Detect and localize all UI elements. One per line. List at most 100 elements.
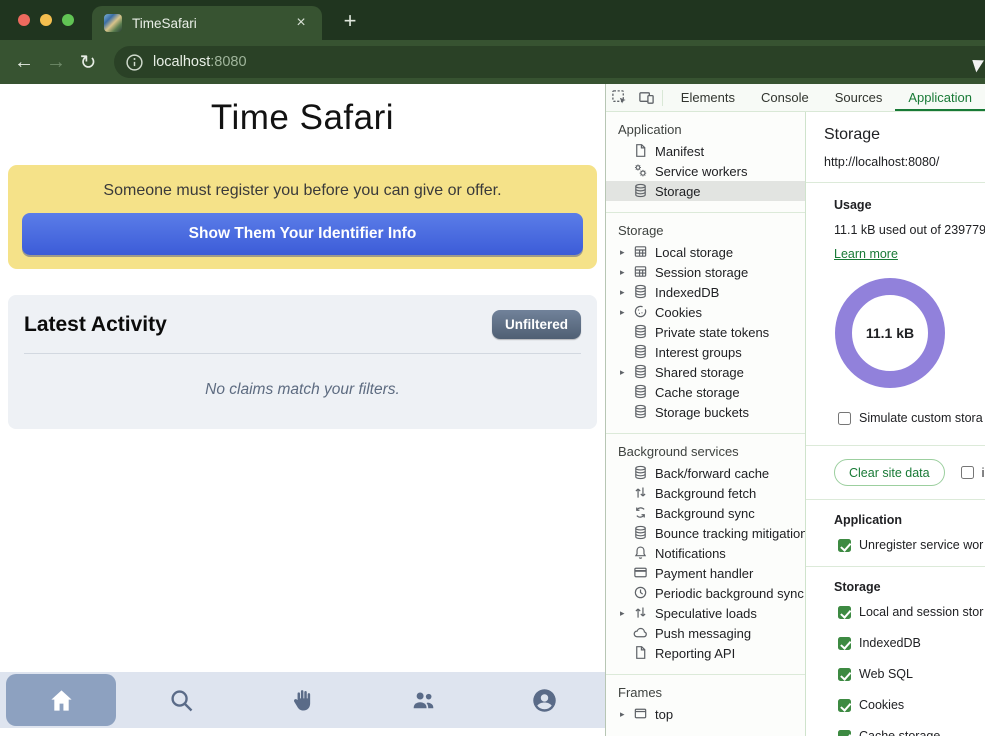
expand-arrow-icon[interactable]: ▸ — [620, 307, 633, 318]
alert-message: Someone must register you before you can… — [22, 182, 583, 200]
database-icon — [633, 364, 649, 380]
inspect-element-icon[interactable] — [606, 84, 633, 111]
usage-heading: Usage — [834, 198, 985, 212]
sidebar-item-storage-buckets[interactable]: ▸ Storage buckets — [606, 402, 805, 422]
sidebar-item-cache-storage[interactable]: ▸ Cache storage — [606, 382, 805, 402]
learn-more-link[interactable]: Learn more — [834, 247, 898, 261]
new-tab-button[interactable]: + — [336, 7, 364, 35]
browser-tab[interactable]: TimeSafari × — [92, 6, 322, 40]
expand-arrow-icon[interactable]: ▸ — [620, 367, 633, 378]
simulate-quota-label: Simulate custom stora — [859, 411, 983, 425]
frame-icon — [633, 706, 649, 722]
sidebar-section-frames: Frames ▸ top — [606, 675, 805, 735]
browser-toolbar: ← → ↻ localhost:8080 — [0, 40, 985, 84]
minimize-window-button[interactable] — [40, 14, 52, 26]
people-icon — [410, 687, 437, 714]
payment-icon — [633, 565, 649, 581]
close-window-button[interactable] — [18, 14, 30, 26]
address-bar[interactable]: localhost:8080 — [114, 46, 985, 78]
device-toolbar-icon[interactable] — [633, 84, 660, 111]
database-icon — [633, 404, 649, 420]
nav-item-home[interactable] — [6, 674, 116, 726]
checkbox[interactable] — [838, 668, 851, 681]
sidebar-section-title: Background services — [606, 439, 805, 463]
sidebar-item-shared-storage[interactable]: ▸ Shared storage — [606, 362, 805, 382]
tab-title: TimeSafari — [132, 16, 292, 31]
nav-item-hand[interactable] — [242, 672, 363, 728]
sidebar-item-notifications[interactable]: ▸ Notifications — [606, 543, 805, 563]
sidebar-item-interest-groups[interactable]: ▸ Interest groups — [606, 342, 805, 362]
devtools-tabs: Elements Console Sources Application — [668, 84, 985, 112]
sidebar-item-storage[interactable]: ▸ Storage — [606, 181, 805, 201]
clear-site-data-button[interactable]: Clear site data — [834, 459, 945, 486]
nav-item-people[interactable] — [363, 672, 484, 728]
devtools-tab-sources[interactable]: Sources — [822, 84, 896, 112]
site-info-icon[interactable] — [125, 53, 144, 72]
zoom-window-button[interactable] — [62, 14, 74, 26]
checkbox[interactable] — [838, 730, 851, 736]
sidebar-item-service-workers[interactable]: ▸ Service workers — [606, 161, 805, 181]
simulate-quota-checkbox[interactable] — [838, 412, 851, 425]
nav-item-search[interactable] — [121, 672, 242, 728]
document-icon — [633, 143, 649, 159]
tab-strip: TimeSafari × + — [0, 0, 985, 40]
sidebar-item-speculative-loads[interactable]: ▸ Speculative loads — [606, 603, 805, 623]
person-icon — [531, 687, 558, 714]
sidebar-item-background-sync[interactable]: ▸ Background sync — [606, 503, 805, 523]
sidebar-item-push-messaging[interactable]: ▸ Push messaging — [606, 623, 805, 643]
sidebar-item-back-forward-cache[interactable]: ▸ Back/forward cache — [606, 463, 805, 483]
checkbox-row: Unregister service wor — [838, 538, 985, 552]
sidebar-section-title: Storage — [606, 218, 805, 242]
expand-arrow-icon[interactable]: ▸ — [620, 608, 633, 619]
sidebar-item-manifest[interactable]: ▸ Manifest — [606, 141, 805, 161]
toolbar-separator — [662, 90, 663, 106]
sidebar-item-bounce-tracking[interactable]: ▸ Bounce tracking mitigation — [606, 523, 805, 543]
sidebar-item-local-storage[interactable]: ▸ Local storage — [606, 242, 805, 262]
group-title: Storage — [834, 580, 985, 594]
clock-icon — [633, 585, 649, 601]
sidebar-item-background-fetch[interactable]: ▸ Background fetch — [606, 483, 805, 503]
devtools-tab-console[interactable]: Console — [748, 84, 822, 112]
sidebar-section-background-services: Background services ▸ Back/forward cache… — [606, 434, 805, 675]
hand-icon — [289, 687, 316, 714]
reload-button[interactable]: ↻ — [72, 46, 104, 78]
clear-including-row: in — [961, 466, 985, 480]
checkbox[interactable] — [838, 637, 851, 650]
sidebar-item-periodic-background-sync[interactable]: ▸ Periodic background sync — [606, 583, 805, 603]
usage-text: 11.1 kB used out of 239779 — [834, 223, 985, 237]
including-checkbox[interactable] — [961, 466, 974, 479]
sidebar-item-payment-handler[interactable]: ▸ Payment handler — [606, 563, 805, 583]
forward-button[interactable]: → — [40, 46, 72, 78]
home-icon — [48, 687, 75, 714]
back-button[interactable]: ← — [8, 46, 40, 78]
clear-group-storage: Storage Local and session stor IndexedDB… — [806, 567, 985, 736]
sidebar-item-private-state-tokens[interactable]: ▸ Private state tokens — [606, 322, 805, 342]
tab-close-icon[interactable]: × — [292, 14, 310, 32]
expand-arrow-icon[interactable]: ▸ — [620, 709, 633, 720]
expand-arrow-icon[interactable]: ▸ — [620, 247, 633, 258]
sidebar-item-indexeddb[interactable]: ▸ IndexedDB — [606, 282, 805, 302]
sidebar-item-session-storage[interactable]: ▸ Session storage — [606, 262, 805, 282]
nav-item-profile[interactable] — [484, 672, 605, 728]
checkbox-row: Cache storage — [838, 729, 985, 736]
unfiltered-button[interactable]: Unfiltered — [492, 310, 581, 339]
checkbox[interactable] — [838, 699, 851, 712]
bell-icon — [633, 545, 649, 561]
sidebar-section-application: Application ▸ Manifest ▸ Service workers… — [606, 112, 805, 213]
sidebar-item-cookies[interactable]: ▸ Cookies — [606, 302, 805, 322]
sidebar-item-reporting-api[interactable]: ▸ Reporting API — [606, 643, 805, 663]
sidebar-item-frame-top[interactable]: ▸ top — [606, 704, 805, 724]
sidebar-section-title: Application — [606, 117, 805, 141]
devtools-tab-elements[interactable]: Elements — [668, 84, 748, 112]
url-host: localhost — [153, 54, 210, 70]
checkbox[interactable] — [838, 606, 851, 619]
devtools-tab-application[interactable]: Application — [895, 84, 985, 112]
devtools-panel: Elements Console Sources Application › A… — [605, 84, 985, 736]
checkbox[interactable] — [838, 539, 851, 552]
database-icon — [633, 525, 649, 541]
expand-arrow-icon[interactable]: ▸ — [620, 267, 633, 278]
expand-arrow-icon[interactable]: ▸ — [620, 287, 633, 298]
database-icon — [633, 384, 649, 400]
show-identifier-button[interactable]: Show Them Your Identifier Info — [22, 213, 583, 255]
updown-icon — [633, 605, 649, 621]
